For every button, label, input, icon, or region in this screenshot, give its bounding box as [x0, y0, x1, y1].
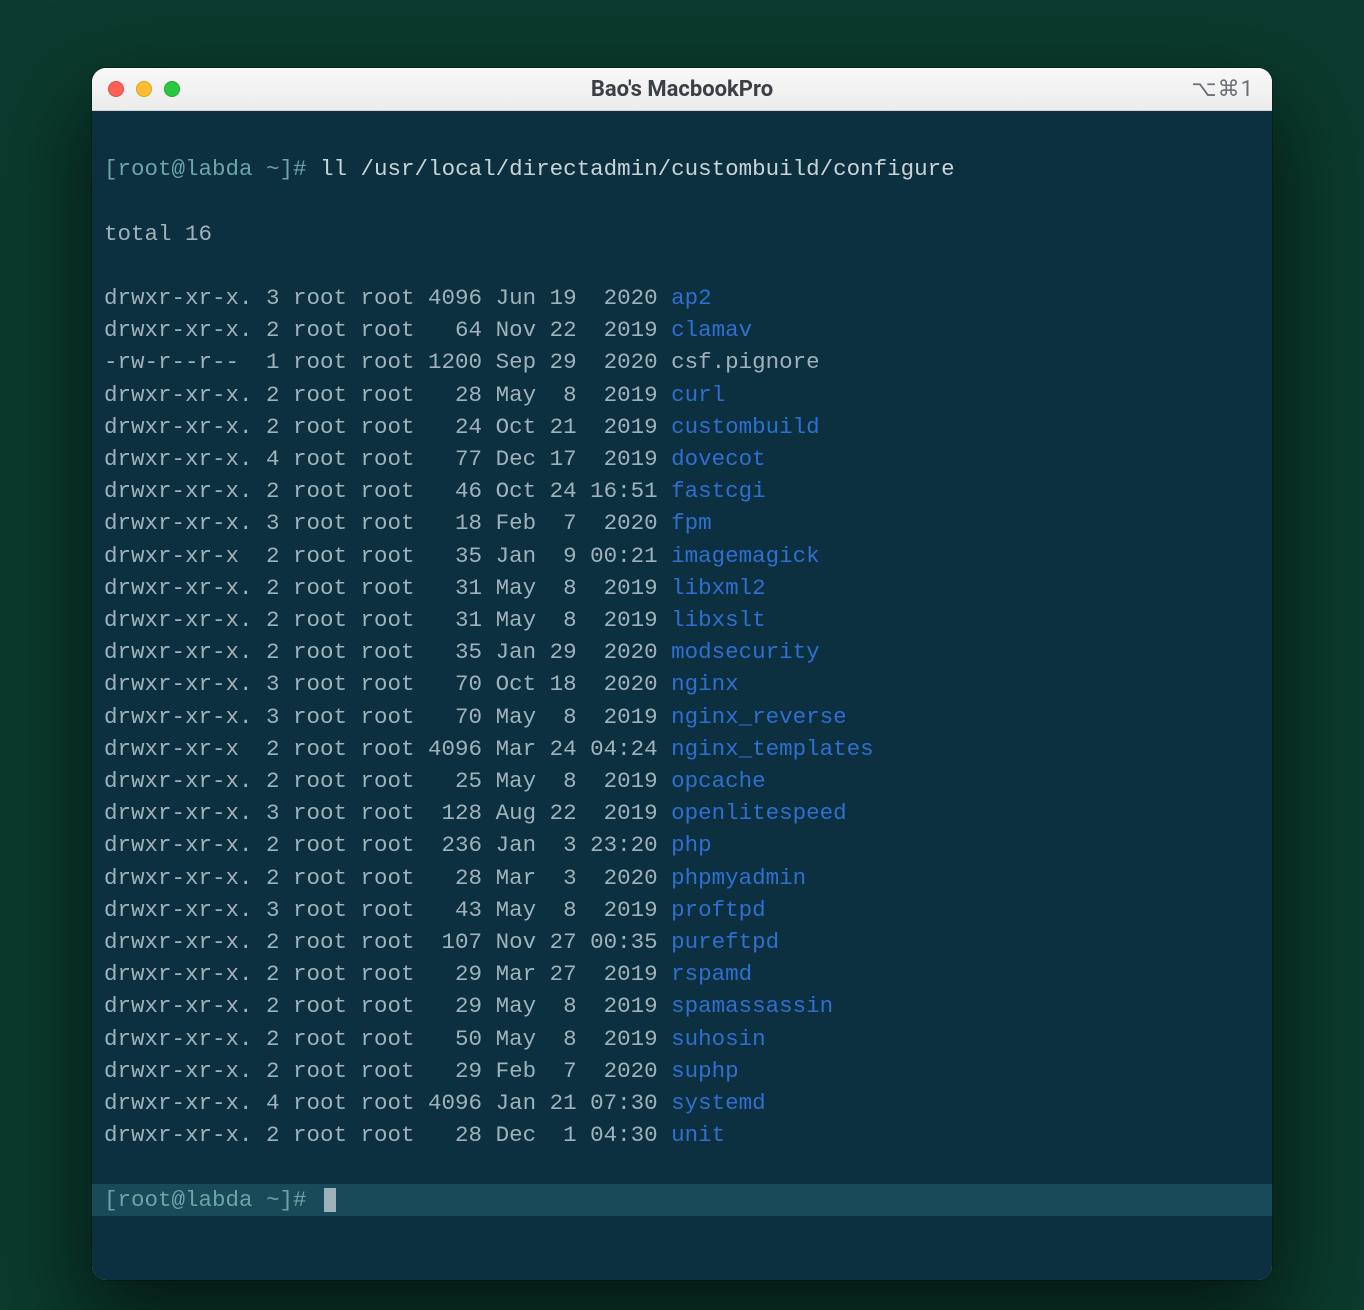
file-name: nginx_reverse	[671, 704, 847, 730]
list-row: drwxr-xr-x. 3 root root 4096 Jun 19 2020…	[104, 282, 1260, 314]
prompt-prefix: [root@labda ~]#	[104, 156, 320, 182]
file-name: pureftpd	[671, 929, 779, 955]
list-row: drwxr-xr-x. 2 root root 24 Oct 21 2019 c…	[104, 411, 1260, 443]
file-name: spamassassin	[671, 993, 833, 1019]
list-row: drwxr-xr-x. 3 root root 70 Oct 18 2020 n…	[104, 668, 1260, 700]
file-name: custombuild	[671, 414, 820, 440]
list-row: drwxr-xr-x. 3 root root 128 Aug 22 2019 …	[104, 797, 1260, 829]
list-row: drwxr-xr-x. 4 root root 77 Dec 17 2019 d…	[104, 443, 1260, 475]
listing-rows: drwxr-xr-x. 3 root root 4096 Jun 19 2020…	[104, 282, 1260, 1151]
list-row: drwxr-xr-x. 2 root root 28 Dec 1 04:30 u…	[104, 1119, 1260, 1151]
file-name: suhosin	[671, 1026, 766, 1052]
list-row: drwxr-xr-x. 2 root root 64 Nov 22 2019 c…	[104, 314, 1260, 346]
file-name: fpm	[671, 510, 712, 536]
file-name: opcache	[671, 768, 766, 794]
traffic-lights	[108, 81, 180, 97]
list-row: drwxr-xr-x 2 root root 4096 Mar 24 04:24…	[104, 733, 1260, 765]
file-name: systemd	[671, 1090, 766, 1116]
file-name: nginx	[671, 671, 739, 697]
file-name: csf.pignore	[671, 349, 820, 375]
shortcut-label: ⌥⌘1	[1191, 77, 1254, 102]
file-name: libxslt	[671, 607, 766, 633]
command-text: ll /usr/local/directadmin/custombuild/co…	[320, 156, 955, 182]
list-row: drwxr-xr-x. 2 root root 25 May 8 2019 op…	[104, 765, 1260, 797]
file-name: libxml2	[671, 575, 766, 601]
list-row: -rw-r--r-- 1 root root 1200 Sep 29 2020 …	[104, 346, 1260, 378]
list-row: drwxr-xr-x 2 root root 35 Jan 9 00:21 im…	[104, 540, 1260, 572]
file-name: suphp	[671, 1058, 739, 1084]
list-row: drwxr-xr-x. 2 root root 50 May 8 2019 su…	[104, 1023, 1260, 1055]
maximize-icon[interactable]	[164, 81, 180, 97]
terminal-window: Bao's MacbookPro ⌥⌘1 [root@labda ~]# ll …	[92, 68, 1272, 1280]
cursor-icon	[324, 1188, 336, 1212]
file-name: dovecot	[671, 446, 766, 472]
list-row: drwxr-xr-x. 3 root root 43 May 8 2019 pr…	[104, 894, 1260, 926]
list-row: drwxr-xr-x. 4 root root 4096 Jan 21 07:3…	[104, 1087, 1260, 1119]
window-title: Bao's MacbookPro	[92, 77, 1272, 102]
prompt-line[interactable]: [root@labda ~]#	[92, 1184, 1272, 1216]
file-name: unit	[671, 1122, 725, 1148]
list-row: drwxr-xr-x. 2 root root 31 May 8 2019 li…	[104, 604, 1260, 636]
list-row: drwxr-xr-x. 2 root root 29 May 8 2019 sp…	[104, 990, 1260, 1022]
command-line: [root@labda ~]# ll /usr/local/directadmi…	[104, 153, 1260, 185]
terminal-body[interactable]: [root@labda ~]# ll /usr/local/directadmi…	[92, 111, 1272, 1280]
file-name: imagemagick	[671, 543, 820, 569]
list-row: drwxr-xr-x. 3 root root 18 Feb 7 2020 fp…	[104, 507, 1260, 539]
minimize-icon[interactable]	[136, 81, 152, 97]
file-name: proftpd	[671, 897, 766, 923]
close-icon[interactable]	[108, 81, 124, 97]
list-row: drwxr-xr-x. 2 root root 236 Jan 3 23:20 …	[104, 829, 1260, 861]
file-name: rspamd	[671, 961, 752, 987]
list-row: drwxr-xr-x. 2 root root 28 Mar 3 2020 ph…	[104, 862, 1260, 894]
file-name: modsecurity	[671, 639, 820, 665]
file-name: openlitespeed	[671, 800, 847, 826]
list-row: drwxr-xr-x. 3 root root 70 May 8 2019 ng…	[104, 701, 1260, 733]
file-name: ap2	[671, 285, 712, 311]
list-row: drwxr-xr-x. 2 root root 46 Oct 24 16:51 …	[104, 475, 1260, 507]
titlebar[interactable]: Bao's MacbookPro ⌥⌘1	[92, 68, 1272, 111]
file-name: curl	[671, 382, 725, 408]
list-row: drwxr-xr-x. 2 root root 29 Feb 7 2020 su…	[104, 1055, 1260, 1087]
total-line: total 16	[104, 218, 1260, 250]
file-name: php	[671, 832, 712, 858]
prompt-prefix: [root@labda ~]#	[104, 1184, 320, 1216]
list-row: drwxr-xr-x. 2 root root 107 Nov 27 00:35…	[104, 926, 1260, 958]
file-name: clamav	[671, 317, 752, 343]
list-row: drwxr-xr-x. 2 root root 35 Jan 29 2020 m…	[104, 636, 1260, 668]
file-name: phpmyadmin	[671, 865, 806, 891]
file-name: nginx_templates	[671, 736, 874, 762]
list-row: drwxr-xr-x. 2 root root 31 May 8 2019 li…	[104, 572, 1260, 604]
list-row: drwxr-xr-x. 2 root root 28 May 8 2019 cu…	[104, 379, 1260, 411]
file-name: fastcgi	[671, 478, 766, 504]
list-row: drwxr-xr-x. 2 root root 29 Mar 27 2019 r…	[104, 958, 1260, 990]
